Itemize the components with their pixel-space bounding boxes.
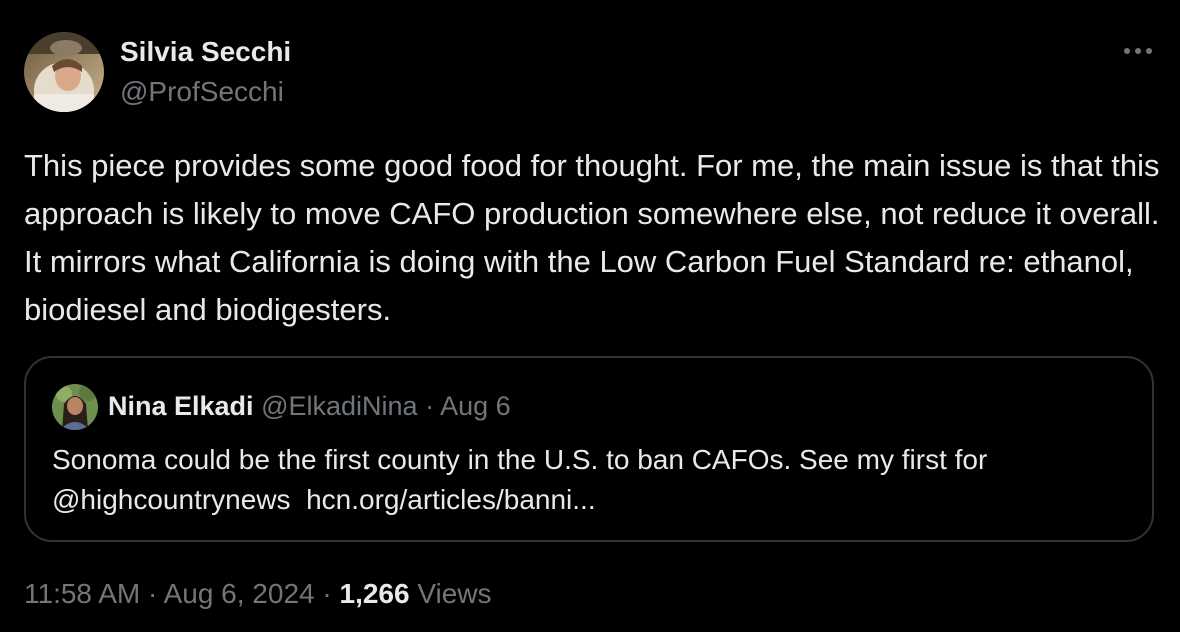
views-count: 1,266 [339,578,410,609]
avatar[interactable] [24,32,104,112]
more-horizontal-icon [1124,48,1152,54]
tweet-date[interactable]: Aug 6, 2024 [164,578,315,609]
quoted-avatar-image [52,384,98,430]
quoted-avatar[interactable] [52,384,98,430]
quoted-date[interactable]: Aug 6 [440,391,511,421]
quoted-text-line: Sonoma could be the first county in the … [52,444,988,475]
author-name[interactable]: Silvia Secchi [120,36,291,68]
more-options-button[interactable] [1118,36,1158,66]
quoted-tweet-card[interactable]: Nina Elkadi @ElkadiNina · Aug 6 Sonoma c… [24,356,1154,542]
quoted-tweet-text: Sonoma could be the first county in the … [52,440,1132,520]
tweet-text: This piece provides some good food for t… [24,148,1160,327]
views-label: Views [417,578,492,609]
quoted-author-name[interactable]: Nina Elkadi [108,391,254,421]
tweet-time[interactable]: 11:58 AM [24,578,140,609]
avatar-image [24,32,104,112]
quoted-link: hcn.org/articles/banni... [306,484,596,515]
author-handle[interactable]: @ProfSecchi [120,76,284,108]
quoted-author-handle[interactable]: @ElkadiNina [261,391,417,421]
quoted-mention: @highcountrynews [52,484,291,515]
quoted-separator: · [425,391,435,421]
tweet-meta: 11:58 AM · Aug 6, 2024 · 1,266 Views [24,578,492,610]
meta-separator: · [322,578,332,609]
meta-separator: · [148,578,158,609]
quoted-tweet-header: Nina Elkadi @ElkadiNina · Aug 6 [108,391,511,422]
